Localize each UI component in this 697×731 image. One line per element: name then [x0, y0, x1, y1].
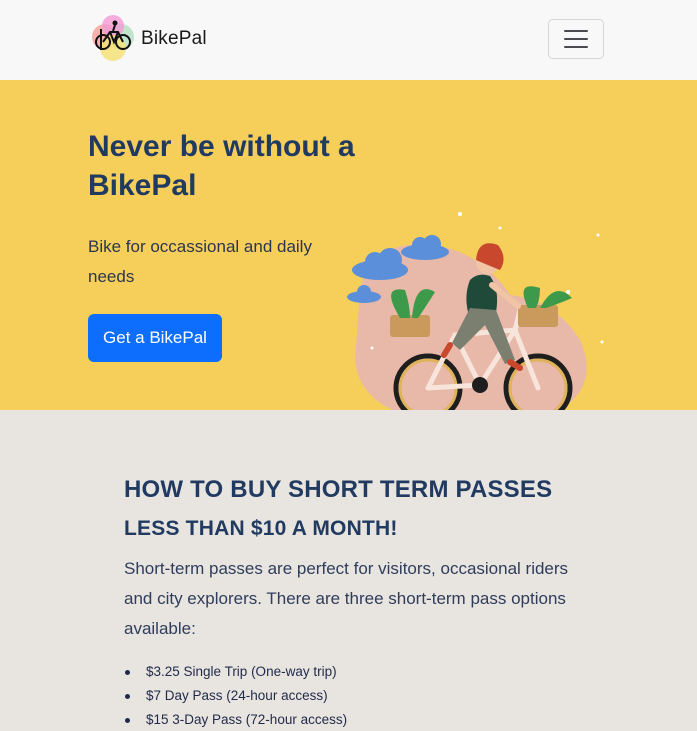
passes-subheading: LESS THAN $10 A MONTH! — [124, 517, 398, 540]
hamburger-menu-icon — [564, 38, 588, 40]
hamburger-menu-icon — [564, 30, 588, 32]
bike-logo-icon — [88, 14, 138, 64]
woman-riding-bicycle-illustration — [340, 200, 610, 445]
hero-title: Never be without a BikePal — [88, 130, 355, 202]
hero-subtitle: Bike for occassional and daily needs — [88, 237, 312, 286]
hamburger-menu-icon — [564, 46, 588, 48]
navbar-toggle-button[interactable] — [548, 19, 604, 59]
passes-heading: HOW TO BUY SHORT TERM PASSES — [124, 476, 553, 503]
short-term-passes-section: HOW TO BUY SHORT TERM PASSES LESS THAN $… — [0, 410, 697, 731]
pass-options-list: $3.25 Single Trip (One-way trip) $7 Day … — [124, 660, 347, 731]
list-item: $3.25 Single Trip (One-way trip) — [124, 660, 347, 684]
list-item: $15 3-Day Pass (72-hour access) — [124, 708, 347, 731]
navbar: BikePal — [0, 0, 697, 80]
hero-section: Never be without a BikePal Bike for occa… — [0, 80, 697, 435]
list-item: $7 Day Pass (24-hour access) — [124, 684, 347, 708]
passes-description: Short-term passes are perfect for visito… — [124, 559, 569, 638]
brand-link[interactable]: BikePal — [88, 14, 207, 64]
brand-name: BikePal — [141, 28, 207, 49]
get-bikepal-button[interactable]: Get a BikePal — [88, 314, 222, 362]
